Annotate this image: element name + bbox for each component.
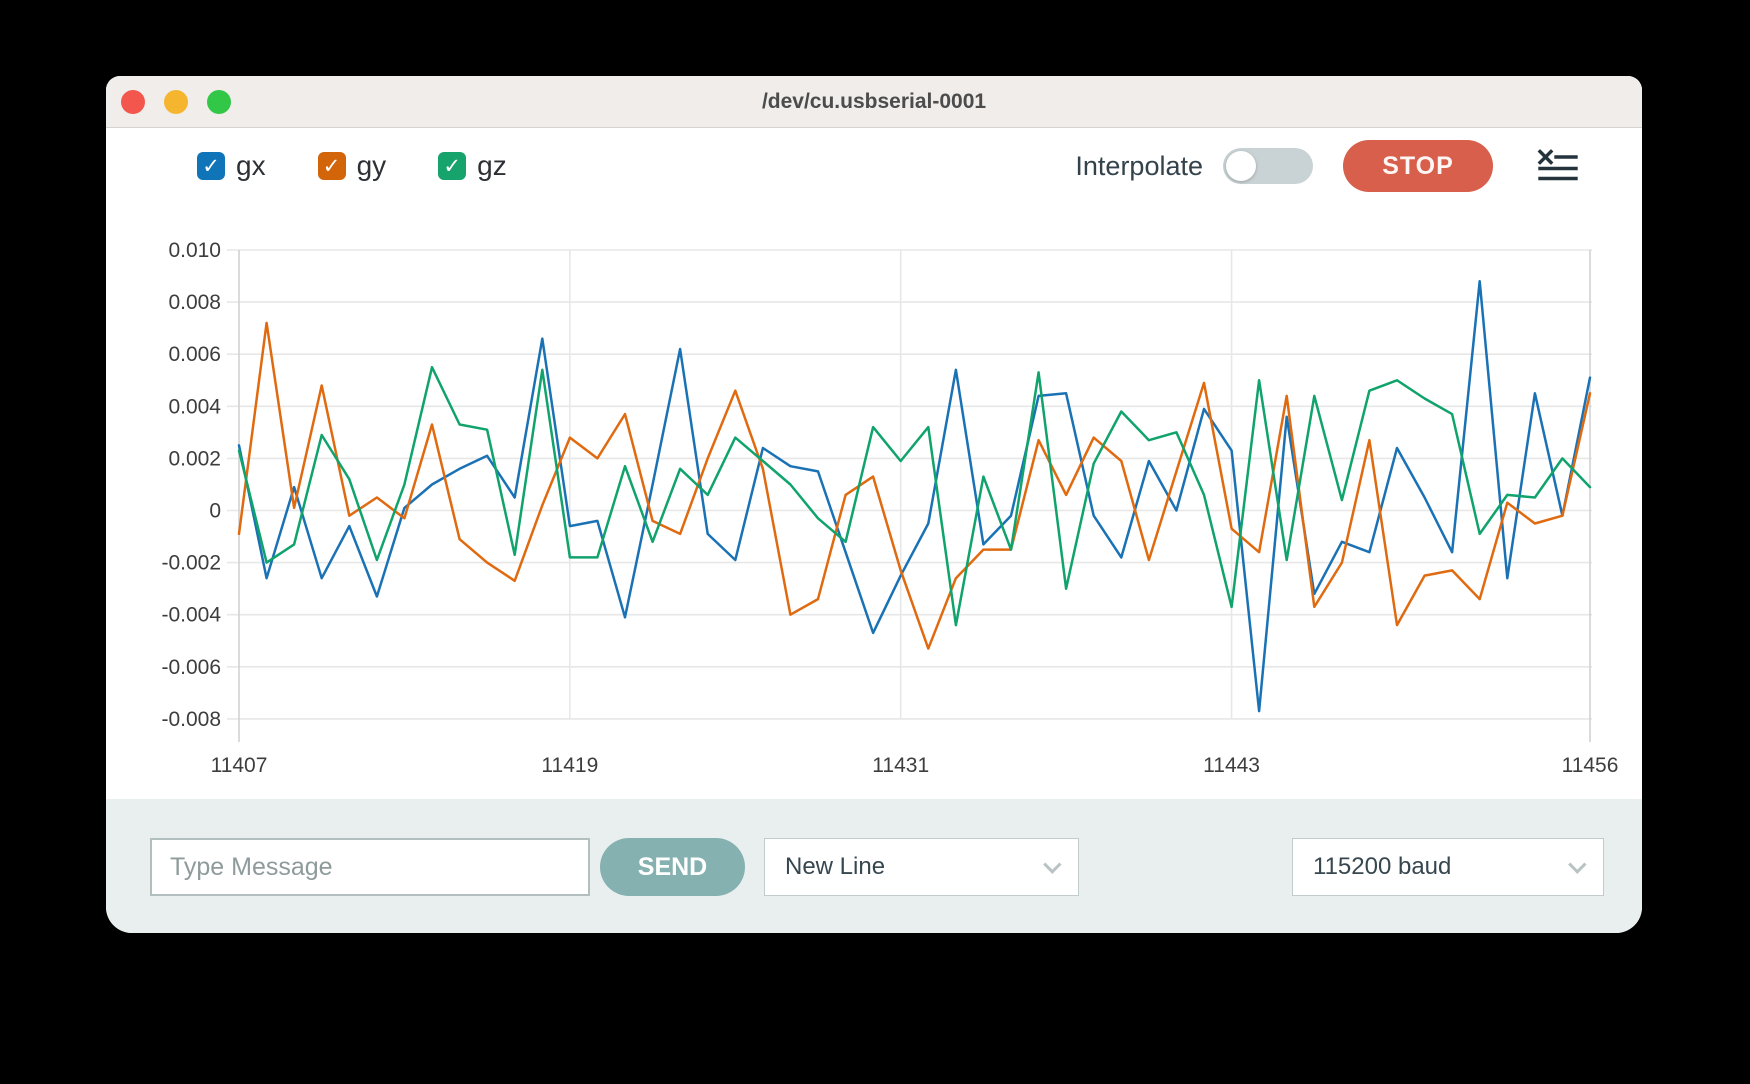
svg-text:11419: 11419 (541, 754, 598, 777)
zoom-button[interactable] (207, 90, 231, 114)
check-icon: ✓ (443, 156, 461, 177)
bottom-bar: SEND New Line 115200 baud (106, 799, 1642, 933)
svg-text:-0.002: -0.002 (161, 552, 221, 575)
gx-label: gx (236, 150, 266, 182)
clear-list-icon-button[interactable] (1537, 149, 1579, 183)
chevron-down-icon (1043, 855, 1061, 873)
titlebar: /dev/cu.usbserial-0001 (106, 76, 1642, 128)
gz-checkbox[interactable]: ✓ (438, 152, 466, 180)
svg-text:0: 0 (209, 500, 221, 523)
interpolate-label: Interpolate (1075, 151, 1203, 182)
check-icon: ✓ (323, 156, 341, 177)
line-ending-value: New Line (785, 853, 885, 881)
svg-text:11456: 11456 (1562, 754, 1619, 777)
svg-text:0.002: 0.002 (168, 447, 221, 470)
stop-button[interactable]: STOP (1343, 140, 1493, 192)
close-button[interactable] (121, 90, 145, 114)
svg-text:0.004: 0.004 (168, 395, 221, 418)
gy-label: gy (357, 150, 387, 182)
svg-text:0.010: 0.010 (168, 239, 221, 262)
svg-text:-0.006: -0.006 (161, 656, 221, 679)
gy-checkbox[interactable]: ✓ (318, 152, 346, 180)
interpolate-toggle[interactable] (1223, 148, 1313, 184)
series-toggle-gx: ✓ gx (197, 150, 266, 182)
series-toggle-gy: ✓ gy (318, 150, 387, 182)
gz-label: gz (477, 150, 507, 182)
toolbar: ✓ gx ✓ gy ✓ gz Interpolate STOP (106, 138, 1642, 194)
svg-text:11443: 11443 (1203, 754, 1260, 777)
window-controls (121, 76, 231, 128)
app-window: /dev/cu.usbserial-0001 ✓ gx ✓ gy ✓ gz In… (106, 76, 1642, 933)
serial-plot: 0.010 0.008 0.006 0.004 0.002 0 -0.002 -0.004 -0… (106, 212, 1642, 798)
gx-checkbox[interactable]: ✓ (197, 152, 225, 180)
line-ending-select[interactable]: New Line (764, 838, 1079, 896)
check-icon: ✓ (202, 156, 220, 177)
message-input[interactable] (150, 838, 590, 896)
clear-list-icon (1537, 149, 1579, 183)
series-toggle-gz: ✓ gz (438, 150, 507, 182)
svg-text:-0.008: -0.008 (161, 708, 221, 731)
minimize-button[interactable] (164, 90, 188, 114)
send-button[interactable]: SEND (600, 838, 745, 896)
svg-text:0.008: 0.008 (168, 291, 221, 314)
window-title: /dev/cu.usbserial-0001 (762, 90, 986, 114)
svg-text:-0.004: -0.004 (161, 604, 221, 627)
svg-text:0.006: 0.006 (168, 343, 221, 366)
baud-rate-value: 115200 baud (1313, 853, 1451, 881)
chart-region: 0.010 0.008 0.006 0.004 0.002 0 -0.002 -0.004 -0… (106, 212, 1642, 798)
chevron-down-icon (1568, 855, 1586, 873)
baud-rate-select[interactable]: 115200 baud (1292, 838, 1604, 896)
toggle-knob (1226, 151, 1256, 181)
svg-text:11407: 11407 (211, 754, 268, 777)
svg-text:11431: 11431 (872, 754, 929, 777)
